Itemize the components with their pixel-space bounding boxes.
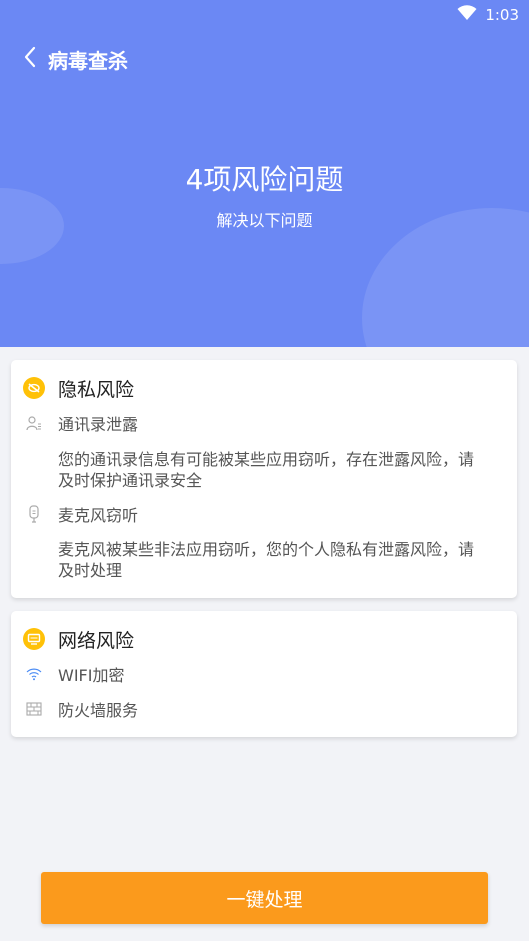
back-button[interactable]: [6, 38, 54, 80]
microphone-icon: [25, 505, 43, 523]
risk-item-description: 您的通讯录信息有可能被某些应用窃听，存在泄露风险，请及时保护通讯录安全: [58, 450, 475, 490]
header-banner: 1:03 病毒查杀 4项风险问题 解决以下问题: [0, 0, 529, 347]
risk-item-label: WIFI加密: [58, 666, 125, 685]
status-bar: 1:03: [457, 4, 519, 26]
wifi-icon: [25, 665, 43, 683]
risk-item-label: 防火墙服务: [58, 701, 139, 720]
chevron-left-icon: [23, 46, 37, 72]
risk-item-firewall[interactable]: 防火墙服务: [25, 697, 138, 721]
contact-icon: [25, 414, 43, 432]
card-title: 网络风险: [58, 629, 135, 652]
risk-item-wifi[interactable]: WIFI加密: [25, 662, 124, 686]
monitor-icon: [23, 628, 45, 650]
firewall-icon: [25, 700, 43, 718]
network-risk-card: 网络风险 WIFI加密 防火墙服务: [11, 611, 517, 737]
risk-item-label: 麦克风窃听: [58, 506, 139, 525]
card-title: 隐私风险: [58, 378, 135, 401]
privacy-risk-card: 隐私风险 通讯录泄露 您的通讯录信息有可能被某些应用窃听，存在泄露风险，请及时保…: [11, 360, 517, 598]
card-header: 网络风险: [23, 625, 134, 653]
risk-item-microphone[interactable]: 麦克风窃听: [25, 502, 138, 526]
risk-item-description: 麦克风被某些非法应用窃听，您的个人隐私有泄露风险，请及时处理: [58, 540, 475, 580]
risk-item-label: 通讯录泄露: [58, 415, 139, 434]
fix-all-button[interactable]: 一键处理: [41, 872, 488, 924]
top-bar: 病毒查杀: [0, 38, 529, 80]
privacy-shield-icon: [23, 377, 45, 399]
status-time: 1:03: [485, 6, 519, 24]
risk-item-contacts[interactable]: 通讯录泄露: [25, 411, 138, 435]
page-title: 病毒查杀: [48, 48, 128, 73]
card-header: 隐私风险: [23, 374, 134, 402]
wifi-icon: [457, 5, 477, 25]
risk-subtitle: 解决以下问题: [216, 211, 313, 230]
virus-scan-screen: 1:03 病毒查杀 4项风险问题 解决以下问题 隐私风险 通讯录泄露 您的通讯录…: [0, 0, 529, 941]
risk-summary: 4项风险问题: [185, 163, 344, 196]
